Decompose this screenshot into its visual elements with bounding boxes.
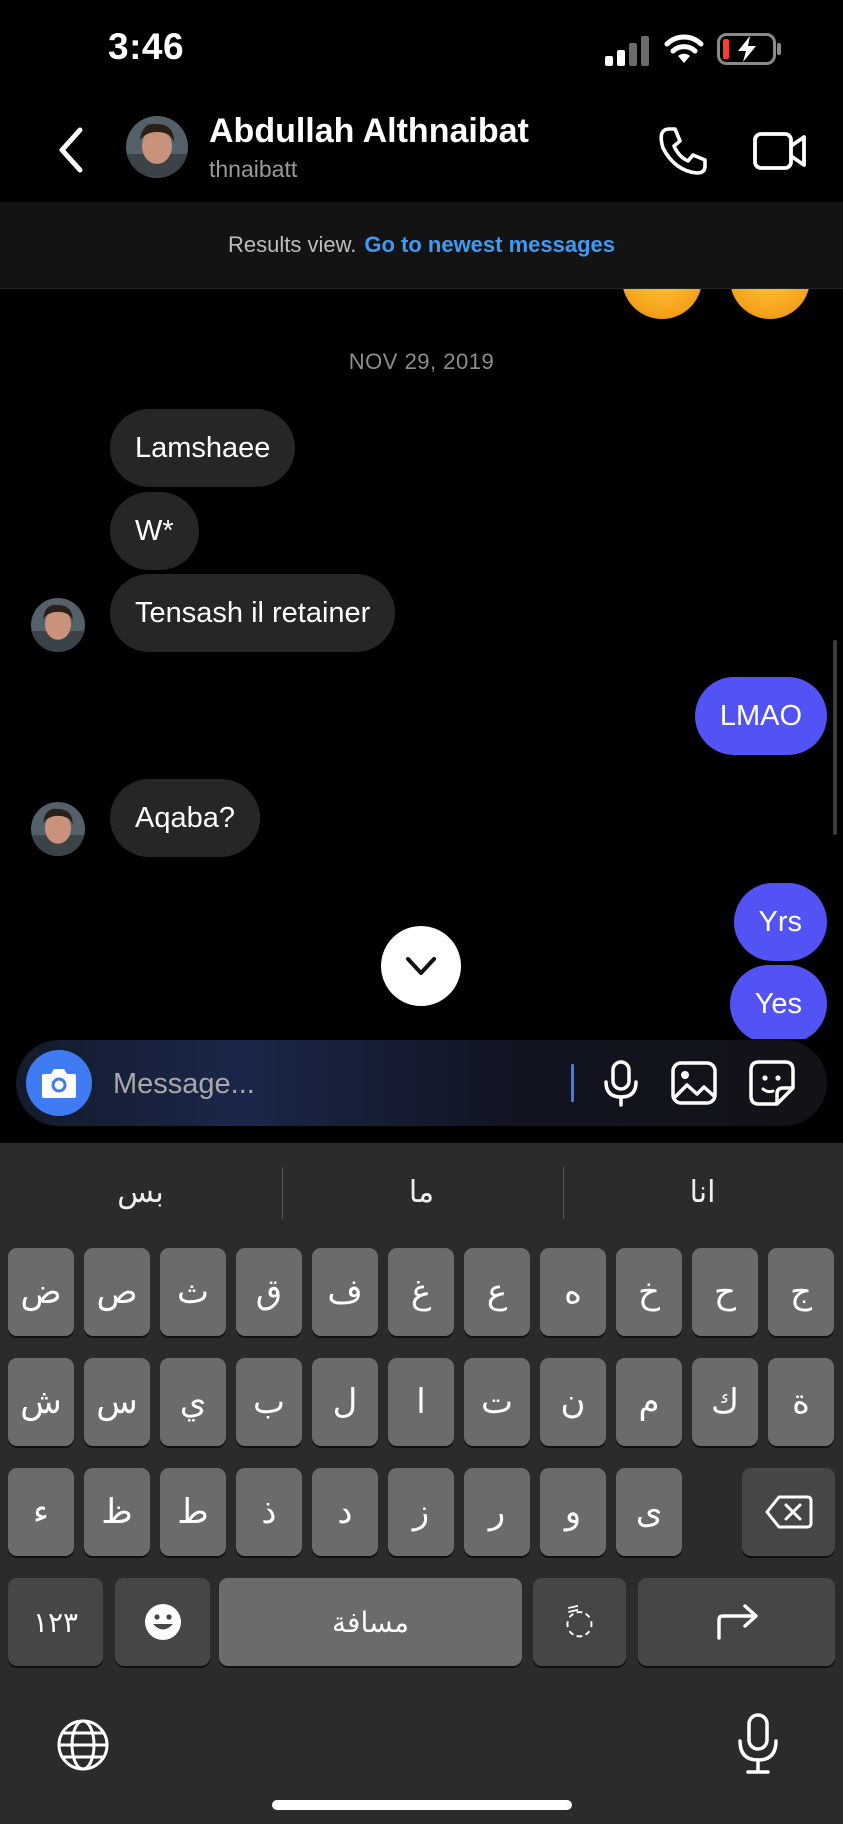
key[interactable]: ذ <box>236 1468 302 1556</box>
battery-charging-icon <box>717 33 781 65</box>
emoji-icon <box>144 1604 181 1640</box>
suggestion-item[interactable]: انا <box>562 1143 843 1243</box>
chevron-down-icon <box>406 957 436 975</box>
emoji-key[interactable] <box>115 1578 210 1666</box>
message-bubble-outgoing[interactable]: Yes <box>729 965 827 1039</box>
status-time: 3:46 <box>108 26 185 67</box>
key[interactable]: ي <box>160 1358 226 1446</box>
video-call-button[interactable] <box>752 124 808 178</box>
scroll-to-bottom-button[interactable] <box>381 926 461 1006</box>
diacritic-key[interactable]: ◌ً <box>533 1578 626 1666</box>
emoji-reaction <box>622 289 702 319</box>
cellular-signal-icon <box>605 36 649 66</box>
microphone-icon <box>604 1060 638 1107</box>
wifi-icon <box>664 34 704 63</box>
results-view-banner: Results view. Go to newest messages <box>0 202 843 289</box>
message-bubble-incoming[interactable]: Aqaba? <box>110 779 260 857</box>
key[interactable]: ر <box>464 1468 530 1556</box>
microphone-icon <box>738 1713 778 1774</box>
video-camera-icon <box>753 132 806 170</box>
key[interactable]: ث <box>160 1248 226 1336</box>
key[interactable]: ش <box>8 1358 74 1446</box>
camera-button[interactable] <box>26 1050 92 1116</box>
key[interactable]: ا <box>388 1358 454 1446</box>
chevron-left-icon <box>59 127 83 173</box>
keyboard: بس ما انا ض ص ث ق ف غ ع ه خ ح ج ش س ي ب … <box>0 1143 843 1824</box>
key[interactable]: ط <box>160 1468 226 1556</box>
key[interactable]: ض <box>8 1248 74 1336</box>
key[interactable]: ك <box>692 1358 758 1446</box>
globe-button[interactable] <box>55 1717 111 1773</box>
return-arrow-icon <box>716 1604 758 1640</box>
message-input[interactable] <box>111 1058 575 1110</box>
key[interactable]: ى <box>616 1468 682 1556</box>
key[interactable]: ل <box>312 1358 378 1446</box>
home-indicator[interactable] <box>272 1800 572 1810</box>
suggestion-item[interactable]: بس <box>0 1143 281 1243</box>
status-bar: 3:46 <box>0 0 843 100</box>
emoji-reaction <box>730 289 810 319</box>
key[interactable]: ة <box>768 1358 834 1446</box>
message-bubble-incoming[interactable]: W* <box>110 492 199 570</box>
text-cursor <box>571 1064 574 1102</box>
key[interactable]: ص <box>84 1248 150 1336</box>
chat-header: Abdullah Althnaibat thnaibatt <box>0 100 843 202</box>
message-composer <box>16 1040 827 1126</box>
key[interactable]: ن <box>540 1358 606 1446</box>
key[interactable]: ح <box>692 1248 758 1336</box>
date-divider: NOV 29, 2019 <box>348 349 495 374</box>
predictive-suggestions: بس ما انا <box>0 1143 843 1243</box>
results-view-label: Results view. <box>227 232 357 257</box>
back-button[interactable] <box>50 122 94 178</box>
key[interactable]: ق <box>236 1248 302 1336</box>
space-key[interactable]: مسافة <box>219 1578 522 1666</box>
key[interactable]: ظ <box>84 1468 150 1556</box>
globe-icon <box>57 1719 109 1771</box>
return-key[interactable] <box>638 1578 835 1666</box>
image-icon <box>671 1061 717 1105</box>
key[interactable]: د <box>312 1468 378 1556</box>
sender-avatar[interactable] <box>31 598 85 652</box>
message-bubble-incoming[interactable]: Tensash il retainer <box>110 574 396 652</box>
message-bubble-incoming[interactable]: Lamshaee <box>110 409 296 487</box>
key[interactable]: ز <box>388 1468 454 1556</box>
key[interactable]: ف <box>312 1248 378 1336</box>
key[interactable]: غ <box>388 1248 454 1336</box>
contact-name[interactable]: Abdullah Althnaibat <box>209 112 529 151</box>
key[interactable]: و <box>540 1468 606 1556</box>
key[interactable]: س <box>84 1358 150 1446</box>
go-to-newest-messages-link[interactable]: Go to newest messages <box>364 232 615 258</box>
voice-message-button[interactable] <box>596 1058 646 1108</box>
message-bubble-outgoing[interactable]: Yrs <box>733 883 827 961</box>
sender-avatar[interactable] <box>31 802 85 856</box>
key[interactable]: ء <box>8 1468 74 1556</box>
scrollbar[interactable] <box>833 640 837 835</box>
voice-call-button[interactable] <box>655 124 709 178</box>
contact-avatar[interactable] <box>126 116 188 178</box>
phone-icon <box>659 127 707 175</box>
key[interactable]: ب <box>236 1358 302 1446</box>
gallery-button[interactable] <box>669 1058 719 1108</box>
numbers-key[interactable]: ١٢٣ <box>8 1578 103 1666</box>
delete-key[interactable] <box>742 1468 835 1556</box>
key[interactable]: ه <box>540 1248 606 1336</box>
camera-icon <box>42 1069 76 1098</box>
key[interactable]: ع <box>464 1248 530 1336</box>
key[interactable]: ج <box>768 1248 834 1336</box>
delete-icon <box>765 1495 812 1529</box>
sticker-button[interactable] <box>747 1058 797 1108</box>
key[interactable]: ت <box>464 1358 530 1446</box>
sticker-icon <box>749 1060 795 1106</box>
key[interactable]: خ <box>616 1248 682 1336</box>
contact-handle: thnaibatt <box>209 156 298 182</box>
dictation-button[interactable] <box>730 1711 786 1777</box>
message-bubble-outgoing[interactable]: LMAO <box>694 677 827 755</box>
key[interactable]: م <box>616 1358 682 1446</box>
suggestion-item[interactable]: ما <box>281 1143 562 1243</box>
